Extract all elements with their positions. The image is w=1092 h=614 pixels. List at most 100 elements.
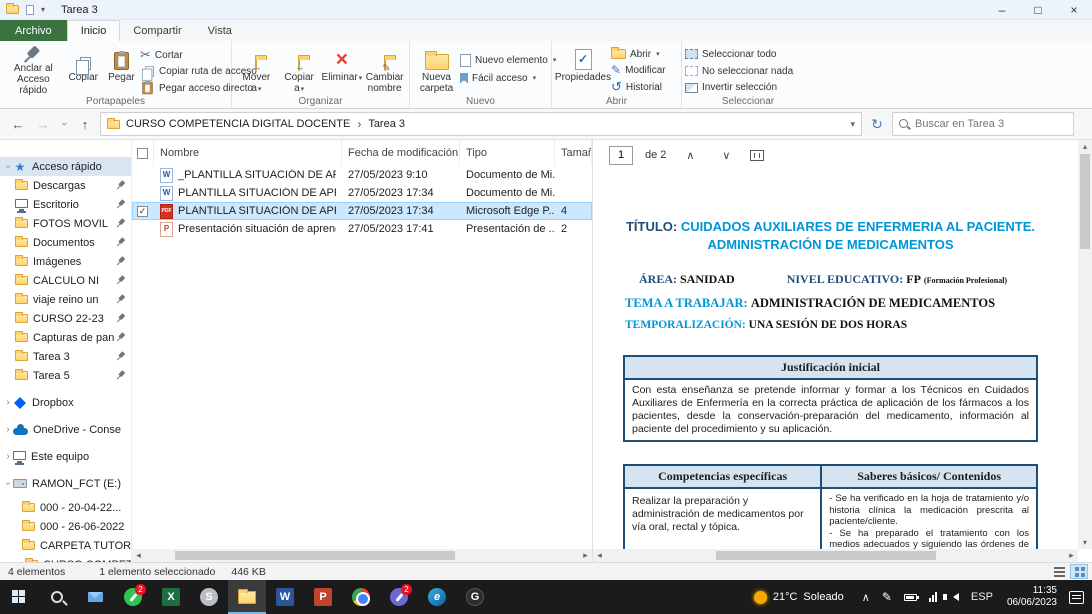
- sidebar-item-onedrive[interactable]: › OneDrive - Conse: [0, 420, 131, 439]
- file-row[interactable]: PPresentación situación de aprendizaje .…: [132, 220, 592, 238]
- scroll-left-icon[interactable]: ◂: [593, 550, 606, 561]
- excel-app-button[interactable]: X: [152, 580, 190, 614]
- new-item-button[interactable]: Nuevo elemento ▾: [460, 52, 548, 68]
- select-all-button[interactable]: Seleccionar todo: [685, 47, 811, 62]
- sidebar-item-escritorio[interactable]: Escritorio: [0, 195, 131, 214]
- select-all-checkbox[interactable]: [137, 148, 148, 159]
- maximize-button[interactable]: □: [1020, 0, 1056, 19]
- column-header-fecha[interactable]: Fecha de modificación: [342, 140, 460, 166]
- move-to-button[interactable]: → Mover a▾: [235, 44, 278, 95]
- forward-button[interactable]: →: [33, 117, 53, 132]
- weather-widget[interactable]: 21°C Soleado: [742, 580, 856, 614]
- powerpoint-app-button[interactable]: P: [304, 580, 342, 614]
- chrome-app-button[interactable]: [342, 580, 380, 614]
- select-none-button[interactable]: No seleccionar nada: [685, 64, 811, 79]
- breadcrumb-item[interactable]: Tarea 3: [368, 118, 405, 130]
- new-folder-button[interactable]: Nueva carpeta: [413, 44, 460, 95]
- scroll-left-icon[interactable]: ◂: [132, 550, 145, 561]
- properties-button[interactable]: ✓ Propiedades: [555, 44, 611, 95]
- details-view-button[interactable]: [1050, 564, 1068, 579]
- breadcrumb-item[interactable]: CURSO COMPETENCIA DIGITAL DOCENTE: [126, 118, 350, 130]
- easy-access-button[interactable]: Fácil acceso ▾: [460, 70, 548, 86]
- close-button[interactable]: ×: [1056, 0, 1092, 19]
- chevron-down-icon[interactable]: ›: [3, 162, 14, 172]
- scrollbar-thumb[interactable]: [716, 551, 936, 560]
- sidebar-item-este-equipo[interactable]: › Este equipo: [0, 447, 131, 466]
- file-row[interactable]: W_PLANTILLA SITUACIÓN DE APRENDIZ... 27/…: [132, 166, 592, 184]
- vertical-scrollbar[interactable]: ▴ ▾: [1078, 140, 1092, 549]
- chat-app-button[interactable]: 2: [380, 580, 418, 614]
- file-row-selected[interactable]: ✓ PDFPLANTILLA SITUACIÓN DE APRENDIZ... …: [132, 202, 592, 220]
- page-number-input[interactable]: [609, 146, 633, 165]
- history-button[interactable]: ↺ Historial: [611, 79, 677, 95]
- start-button[interactable]: [0, 580, 38, 614]
- horizontal-scrollbar[interactable]: ◂ ▸: [132, 549, 592, 562]
- sidebar-item-documentos[interactable]: Documentos: [0, 233, 131, 252]
- sidebar-item-dropbox[interactable]: › Dropbox: [0, 393, 131, 412]
- sidebar-item-fotos-movil[interactable]: FOTOS MOVIL: [0, 214, 131, 233]
- scrollbar-thumb[interactable]: [1080, 154, 1090, 249]
- cut-button[interactable]: ✂ Cortar: [140, 47, 228, 63]
- pin-to-quick-access-button[interactable]: Anclar al Acceso rápido: [3, 44, 64, 95]
- sidebar-item-curso-compet[interactable]: › CURSO COMPET...: [0, 555, 131, 562]
- history-dropdown-icon[interactable]: ›: [58, 118, 70, 130]
- file-row[interactable]: WPLANTILLA SITUACIÓN DE APRENDIZ... 27/0…: [132, 184, 592, 202]
- edit-button[interactable]: ✎ Modificar: [611, 63, 677, 77]
- volume-button[interactable]: [943, 580, 965, 614]
- search-input[interactable]: [915, 118, 1067, 130]
- sidebar-item-tarea-5[interactable]: Tarea 5: [0, 366, 131, 385]
- language-indicator[interactable]: ESP: [965, 580, 999, 614]
- chevron-down-icon[interactable]: ›: [3, 479, 14, 489]
- scrollbar-thumb[interactable]: [175, 551, 455, 560]
- sidebar-item-carpeta-tutor[interactable]: CARPETA TUTOR: [0, 536, 131, 555]
- scroll-up-icon[interactable]: ▴: [1083, 142, 1087, 151]
- address-dropdown-icon[interactable]: ▾: [850, 119, 855, 130]
- skype-app-button[interactable]: S: [190, 580, 228, 614]
- delete-button[interactable]: × Eliminar▾: [321, 44, 364, 95]
- sidebar-item-000-20-04[interactable]: 000 - 20-04-22...: [0, 498, 131, 517]
- large-icons-view-button[interactable]: [1070, 564, 1088, 579]
- copy-button[interactable]: Copiar: [64, 44, 103, 95]
- copy-path-button[interactable]: Copiar ruta de acceso: [140, 65, 228, 78]
- quick-access-dropdown-icon[interactable]: ▾: [41, 5, 45, 14]
- paste-button[interactable]: Pegar: [103, 44, 140, 95]
- paste-shortcut-button[interactable]: Pegar acceso directo: [140, 80, 228, 96]
- taskbar-search-button[interactable]: [38, 580, 76, 614]
- sidebar-item-capturas[interactable]: Capturas de pan: [0, 328, 131, 347]
- show-hidden-icons-button[interactable]: ∧: [856, 580, 876, 614]
- scroll-right-icon[interactable]: ▸: [579, 550, 592, 561]
- scroll-right-icon[interactable]: ▸: [1065, 550, 1078, 561]
- sidebar-item-descargas[interactable]: Descargas: [0, 176, 131, 195]
- tab-archivo[interactable]: Archivo: [0, 20, 67, 41]
- tab-inicio[interactable]: Inicio: [67, 20, 121, 41]
- invert-selection-button[interactable]: Invertir selección: [685, 80, 811, 95]
- battery-button[interactable]: [898, 580, 923, 614]
- word-app-button[interactable]: W: [266, 580, 304, 614]
- back-button[interactable]: ←: [8, 117, 28, 132]
- refresh-button[interactable]: ↻: [867, 116, 887, 133]
- column-header-nombre[interactable]: Nombre: [154, 140, 342, 166]
- preview-horizontal-scrollbar[interactable]: ◂ ▸: [593, 549, 1078, 562]
- sidebar-item-viaje-reino[interactable]: viaje reino un: [0, 290, 131, 309]
- minimize-button[interactable]: –: [984, 0, 1020, 19]
- fit-to-page-icon[interactable]: [750, 150, 764, 161]
- action-center-button[interactable]: [1069, 591, 1084, 604]
- chevron-right-icon[interactable]: ›: [3, 451, 13, 462]
- clock[interactable]: 11:35 06/06/2023: [999, 585, 1065, 609]
- tab-compartir[interactable]: Compartir: [120, 20, 194, 41]
- tab-vista[interactable]: Vista: [195, 20, 245, 41]
- column-header-tipo[interactable]: Tipo: [460, 140, 555, 166]
- edge-app-button[interactable]: e: [418, 580, 456, 614]
- next-page-button[interactable]: ∨: [714, 149, 738, 162]
- whatsapp-app-button[interactable]: 2: [114, 580, 152, 614]
- sidebar-item-tarea-3[interactable]: Tarea 3: [0, 347, 131, 366]
- up-button[interactable]: ↑: [75, 117, 95, 132]
- chevron-right-icon[interactable]: ›: [3, 424, 13, 435]
- mail-app-button[interactable]: [76, 580, 114, 614]
- quick-access-toolbar-icon[interactable]: [26, 5, 34, 15]
- open-button[interactable]: Abrir ▾: [611, 47, 677, 61]
- copy-to-button[interactable]: → Copiar a▾: [278, 44, 321, 95]
- scroll-down-icon[interactable]: ▾: [1083, 538, 1087, 547]
- network-button[interactable]: [923, 580, 943, 614]
- windows-ink-button[interactable]: ✎: [876, 580, 898, 614]
